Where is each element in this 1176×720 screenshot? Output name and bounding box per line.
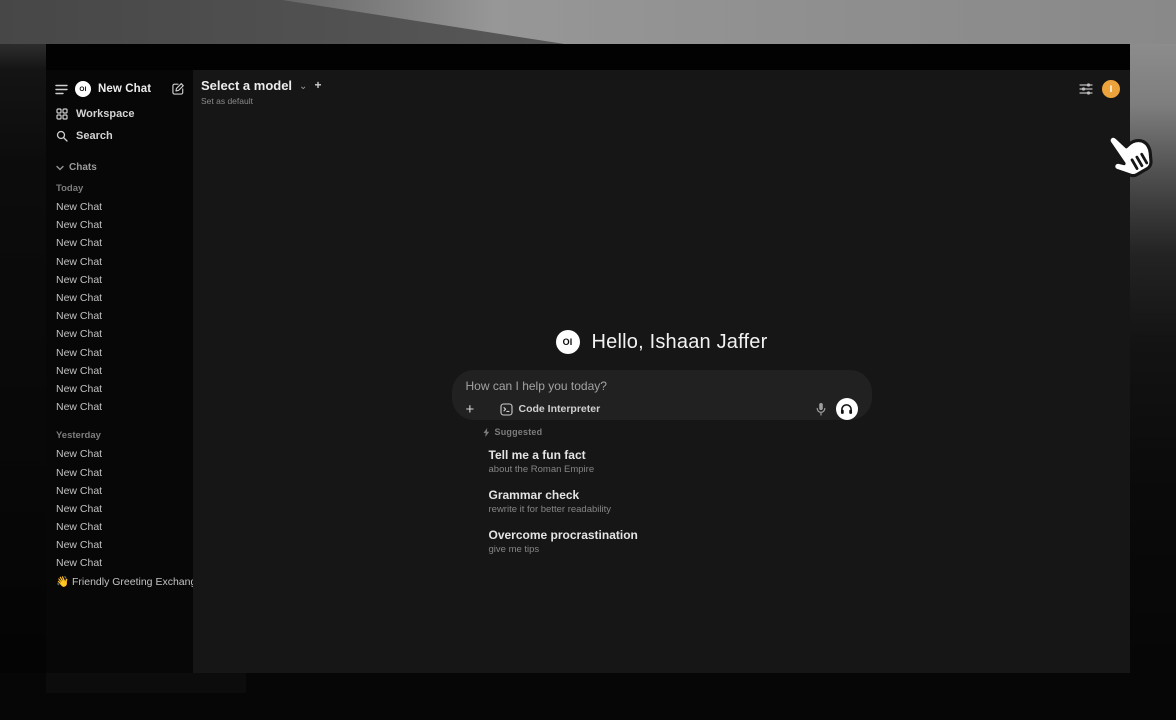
chat-input-card[interactable]: + Code Interpreter bbox=[452, 370, 872, 420]
chat-list-item[interactable]: New Chat bbox=[53, 518, 187, 536]
chat-list-today: New ChatNew ChatNew ChatNew ChatNew Chat… bbox=[53, 198, 187, 416]
model-selector-label: Select a model bbox=[201, 78, 292, 93]
chat-list-yesterday: New ChatNew ChatNew ChatNew ChatNew Chat… bbox=[53, 445, 187, 572]
set-as-default-link[interactable]: Set as default bbox=[201, 96, 321, 106]
wallpaper-bottom bbox=[0, 673, 1176, 720]
search-icon bbox=[56, 130, 68, 142]
model-chevron-icon: ⌄ bbox=[299, 81, 307, 92]
suggestion-item[interactable]: Overcome procrastination give me tips bbox=[483, 526, 872, 557]
chat-list-item[interactable]: New Chat bbox=[53, 380, 187, 398]
sidebar-item-workspace[interactable]: Workspace bbox=[53, 104, 187, 124]
chat-list-item[interactable]: New Chat bbox=[53, 362, 187, 380]
chat-list-item[interactable]: New Chat bbox=[53, 198, 187, 216]
chats-section-label: Chats bbox=[69, 162, 97, 173]
chat-input[interactable] bbox=[466, 379, 858, 393]
chat-group-yesterday: Yesterday bbox=[56, 430, 187, 441]
microphone-icon[interactable] bbox=[816, 402, 826, 416]
sidebar-title: New Chat bbox=[98, 83, 151, 95]
headphones-icon bbox=[840, 403, 853, 415]
chat-list-item[interactable]: New Chat bbox=[53, 482, 187, 500]
chat-list-item[interactable]: New Chat bbox=[53, 536, 187, 554]
model-selector[interactable]: Select a model ⌄ + bbox=[201, 78, 321, 93]
chat-list-item[interactable]: New Chat bbox=[53, 445, 187, 463]
app-window: OI New Chat Workspace Search bbox=[46, 44, 1130, 673]
chat-group-today: Today bbox=[56, 183, 187, 194]
chat-list-item[interactable]: New Chat bbox=[53, 234, 187, 252]
chat-list-item-friendly-greeting[interactable]: 👋 Friendly Greeting Exchange bbox=[53, 573, 187, 591]
suggestions-list: Tell me a fun fact about the Roman Empir… bbox=[483, 446, 872, 557]
wallpaper-top bbox=[0, 0, 1176, 44]
sidebar-item-search[interactable]: Search bbox=[53, 126, 187, 146]
sidebar-toggle-icon[interactable] bbox=[55, 84, 68, 95]
chat-list-item[interactable]: New Chat bbox=[53, 554, 187, 572]
suggestion-item[interactable]: Tell me a fun fact about the Roman Empir… bbox=[483, 446, 872, 477]
code-interpreter-icon bbox=[500, 403, 513, 416]
chat-list-item[interactable]: New Chat bbox=[53, 271, 187, 289]
attach-plus-button[interactable]: + bbox=[466, 402, 484, 417]
sidebar: OI New Chat Workspace Search bbox=[46, 70, 193, 673]
chat-list-item[interactable]: New Chat bbox=[53, 216, 187, 234]
chat-list-item[interactable]: New Chat bbox=[53, 325, 187, 343]
workspace-label: Workspace bbox=[76, 108, 135, 120]
suggested-label: Suggested bbox=[495, 427, 543, 437]
wallpaper-right bbox=[1130, 44, 1176, 673]
greeting-logo: OI bbox=[556, 330, 580, 354]
search-label: Search bbox=[76, 130, 113, 142]
chat-list-item[interactable]: New Chat bbox=[53, 289, 187, 307]
greeting-text: Hello, Ishaan Jaffer bbox=[592, 331, 768, 354]
chat-list-item[interactable]: New Chat bbox=[53, 463, 187, 481]
suggested-bolt-icon bbox=[483, 428, 490, 437]
voice-call-button[interactable] bbox=[836, 398, 858, 420]
chat-list-item[interactable]: New Chat bbox=[53, 253, 187, 271]
code-interpreter-toggle[interactable]: Code Interpreter bbox=[500, 403, 601, 416]
user-avatar[interactable]: I bbox=[1102, 80, 1120, 98]
chat-list-item[interactable]: New Chat bbox=[53, 307, 187, 325]
add-model-button[interactable]: + bbox=[314, 78, 321, 92]
chat-list-item[interactable]: New Chat bbox=[53, 398, 187, 416]
new-chat-icon[interactable] bbox=[171, 82, 185, 96]
code-interpreter-label: Code Interpreter bbox=[519, 403, 601, 415]
wallpaper-left bbox=[0, 44, 46, 673]
chat-list-item[interactable]: New Chat bbox=[53, 344, 187, 362]
app-logo: OI bbox=[75, 81, 91, 97]
chats-section-toggle[interactable]: Chats bbox=[56, 162, 187, 173]
suggestion-item[interactable]: Grammar check rewrite it for better read… bbox=[483, 486, 872, 517]
window-top-band bbox=[46, 44, 1130, 70]
chevron-down-icon bbox=[56, 165, 64, 171]
chat-list-item[interactable]: New Chat bbox=[53, 500, 187, 518]
controls-sliders-icon[interactable] bbox=[1079, 83, 1093, 95]
workspace-grid-icon bbox=[56, 108, 68, 120]
main-area: Select a model ⌄ + Set as default I OI bbox=[193, 70, 1130, 673]
